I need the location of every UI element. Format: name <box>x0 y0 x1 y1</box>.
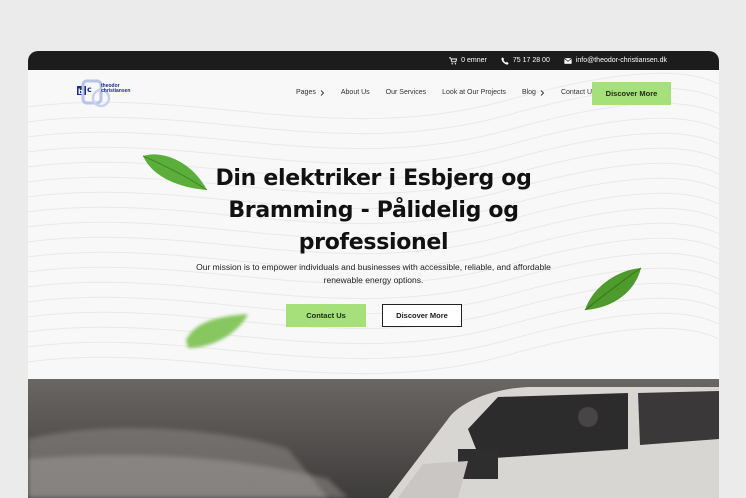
nav-item-about-us[interactable]: About Us <box>341 89 370 96</box>
discover-more-button[interactable]: Discover More <box>382 304 462 327</box>
hero-subtitle: Our mission is to empower individuals an… <box>196 262 551 285</box>
nav-item-pages[interactable]: Pages <box>296 89 325 96</box>
cart-count: 0 emner <box>461 57 487 64</box>
phone-icon <box>501 56 509 65</box>
nav-item-label: Our Services <box>385 89 427 96</box>
svg-text:c: c <box>87 85 92 94</box>
envelope-icon <box>564 57 572 64</box>
browser-frame: 0 emner 75 17 28 00 info@theodor-christi… <box>28 51 719 498</box>
nav-item-contact-us[interactable]: Contact Us <box>561 89 596 96</box>
nav-item-label: Contact Us <box>560 89 596 96</box>
nav-item-label: Pages <box>296 89 316 96</box>
chevron-right-icon <box>320 89 324 96</box>
phone-link[interactable]: 75 17 28 00 <box>501 56 550 65</box>
nav-menu: Pages About Us Our Services Look at Our … <box>296 89 596 96</box>
cart-link[interactable]: 0 emner <box>449 56 487 65</box>
nav-item-label: Look at Our Projects <box>442 89 506 96</box>
top-bar: 0 emner 75 17 28 00 info@theodor-christi… <box>28 51 719 70</box>
van-photo-illustration <box>28 379 719 498</box>
discover-more-nav-button[interactable]: Discover More <box>592 82 671 105</box>
email-address: info@theodor-christiansen.dk <box>575 57 667 64</box>
nav-item-blog[interactable]: Blog <box>522 89 545 96</box>
nav-item-label: Blog <box>521 89 536 96</box>
main-navigation: b c theodor christiansen Pages About Us … <box>28 70 719 120</box>
leaf-decoration-right <box>584 267 642 311</box>
logo-wordmark: theodor christiansen <box>101 83 131 94</box>
hero-photo-van <box>28 379 719 498</box>
email-link[interactable]: info@theodor-christiansen.dk <box>564 57 667 65</box>
nav-item-label: About Us <box>340 89 370 96</box>
hero-section: b c theodor christiansen Pages About Us … <box>28 70 719 379</box>
chevron-right-icon <box>540 89 545 96</box>
leaf-decoration-blurred <box>186 314 248 348</box>
nav-item-projects[interactable]: Look at Our Projects <box>442 89 506 96</box>
cart-icon <box>449 56 458 65</box>
contact-us-button[interactable]: Contact Us <box>286 304 366 327</box>
svg-text:b: b <box>78 88 83 96</box>
phone-number: 75 17 28 00 <box>512 57 550 64</box>
nav-item-our-services[interactable]: Our Services <box>386 89 426 96</box>
hero-title: Din elektriker i Esbjerg og Bramming - P… <box>215 166 532 255</box>
